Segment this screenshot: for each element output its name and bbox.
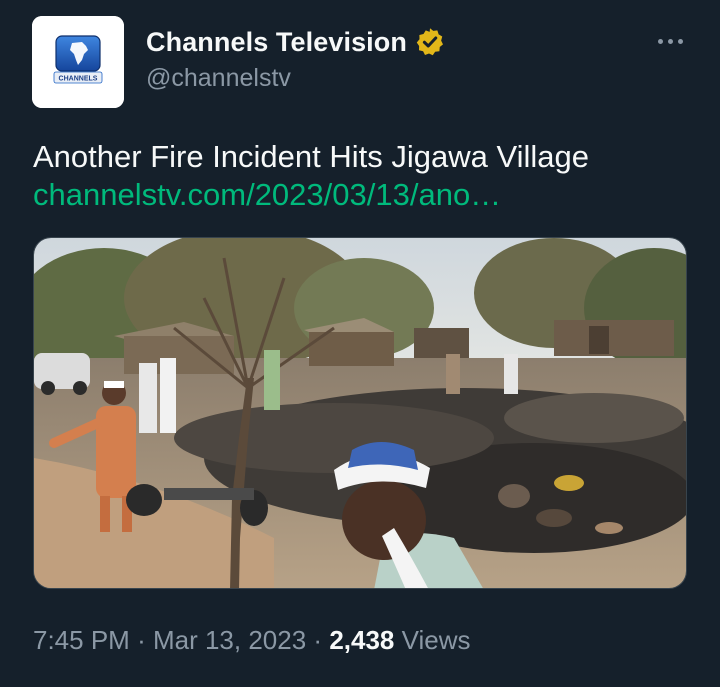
author-name-row: Channels Television (146, 24, 445, 60)
photo-image (34, 238, 686, 588)
more-options-icon (657, 38, 663, 44)
author-display-name[interactable]: Channels Television (146, 27, 407, 58)
author-handle[interactable]: @channelstv (146, 64, 291, 93)
views-label: Views (401, 625, 471, 655)
more-options-icon-dot (677, 38, 683, 44)
tweet-meta: 7:45 PM · Mar 13, 2023 · 2,438 Views (33, 622, 471, 658)
meta-separator: · (137, 625, 146, 655)
tweet-text: Another Fire Incident Hits Jigawa Villag… (33, 139, 589, 174)
channels-logo-icon: CHANNELS (32, 16, 124, 108)
views-count: 2,438 (329, 625, 395, 655)
svg-text:CHANNELS: CHANNELS (59, 76, 98, 83)
tweet-time[interactable]: 7:45 PM (33, 625, 130, 655)
more-options-icon-dot (667, 38, 673, 44)
meta-separator: · (313, 625, 323, 655)
tweet-date[interactable]: Mar 13, 2023 (153, 625, 306, 655)
avatar[interactable]: CHANNELS (32, 16, 124, 108)
tweet: CHANNELS Channels Television @channelstv… (0, 0, 720, 687)
tweet-link[interactable]: channelstv.com/2023/03/13/ano… (33, 176, 501, 214)
verified-badge-icon[interactable] (415, 27, 445, 57)
tweet-media-image[interactable] (33, 237, 687, 589)
more-options-button[interactable] (648, 26, 692, 56)
